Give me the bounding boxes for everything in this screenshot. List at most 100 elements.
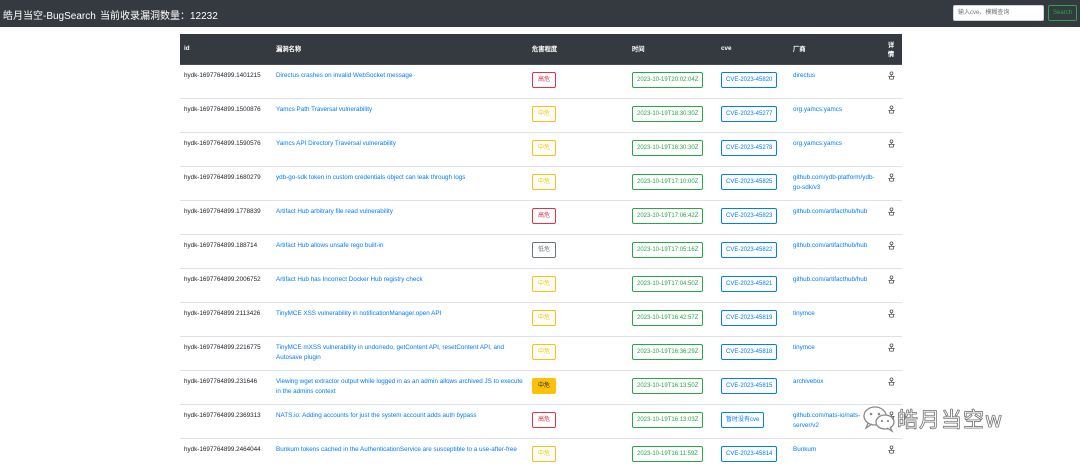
vendor-link[interactable]: github.com/ydb-platform/ydb-go-sdk/v3 [793, 174, 875, 191]
row-cve-cell: CVE-2023-45819 [717, 302, 789, 336]
cve-badge[interactable]: CVE-2023-45277 [721, 105, 778, 122]
row-cve-cell: CVE-2023-45821 [717, 268, 789, 302]
row-vendor-cell: Bunkum [789, 438, 880, 472]
table-row: hydk-1697764899.2113426 TinyMCE XSS vulne… [180, 302, 902, 336]
detail-icon[interactable] [887, 240, 896, 250]
vuln-name-link[interactable]: Artifact Hub arbitrary file read vulnera… [276, 208, 393, 215]
detail-icon[interactable] [887, 172, 896, 182]
row-severity-cell: 中危 [528, 132, 628, 166]
cve-badge[interactable]: CVE-2023-45818 [721, 343, 778, 360]
vuln-name-link[interactable]: TinyMCE mXSS vulnerability in undo/redo,… [276, 344, 504, 361]
vuln-name-link[interactable]: Yamcs API Directory Traversal vulnerabil… [276, 140, 396, 147]
vuln-name-link[interactable]: Bunkum tokens cached in the Authenticati… [276, 446, 517, 453]
vuln-name-link[interactable]: TinyMCE XSS vulnerability in notificatio… [276, 310, 441, 317]
detail-icon[interactable] [887, 206, 896, 216]
cve-badge[interactable]: CVE-2023-45820 [721, 71, 778, 88]
row-severity-cell: 中危 [528, 268, 628, 302]
row-detail-cell [880, 234, 902, 268]
detail-icon[interactable] [887, 376, 896, 386]
severity-badge: 中危 [532, 105, 557, 122]
row-detail-cell [880, 438, 902, 472]
cve-badge[interactable]: CVE-2023-45278 [721, 139, 778, 156]
header-detail-line2: 情 [887, 50, 895, 58]
table-row: hydk-1697764899.1590576 Yamcs API Directo… [180, 132, 902, 166]
row-cve-cell: CVE-2023-45814 [717, 438, 789, 472]
time-badge: 2023-10-19T17:05:16Z [632, 241, 704, 258]
detail-icon[interactable] [887, 342, 896, 352]
row-id: hydk-1697764899.1778839 [184, 207, 261, 215]
cve-badge[interactable]: 暂时没有cve [721, 411, 765, 428]
row-cve-cell: CVE-2023-45820 [717, 64, 789, 98]
row-time-cell: 2023-10-19T17:06:42Z [628, 200, 717, 234]
detail-icon[interactable] [887, 70, 896, 80]
vendor-link[interactable]: Bunkum [793, 446, 816, 453]
vuln-name-link[interactable]: Yamcs Path Traversal vulnerability [276, 106, 372, 113]
row-id: hydk-1697764899.188714 [184, 241, 258, 249]
site-brand[interactable]: 皓月当空-BugSearch [3, 7, 96, 22]
detail-icon[interactable] [887, 104, 896, 114]
row-severity-cell: 中危 [528, 302, 628, 336]
time-badge: 2023-10-19T16:42:57Z [632, 309, 704, 326]
row-severity-cell: 高危 [528, 404, 628, 438]
vendor-link[interactable]: github.com/artifacthub/hub [793, 276, 867, 283]
vuln-name-link[interactable]: ydb-go-sdk token in custom credentials o… [276, 174, 465, 181]
search-input[interactable] [953, 5, 1044, 21]
vuln-name-link[interactable]: Artifact Hub allows unsafe rego built-in [276, 242, 383, 249]
search-button[interactable]: Search [1048, 5, 1077, 21]
table-header-row: id 漏洞名称 危害程度 时间 cve 厂商 详情 [180, 34, 902, 65]
cve-badge[interactable]: CVE-2023-45825 [721, 173, 778, 190]
vendor-link[interactable]: github.com/artifacthub/hub [793, 208, 867, 215]
vuln-name-link[interactable]: NATS.io: Adding accounts for just the sy… [276, 412, 476, 419]
vendor-link[interactable]: github.com/artifacthub/hub [793, 242, 867, 249]
vuln-name-link[interactable]: Directus crashes on invalid WebSocket me… [276, 72, 412, 79]
row-time-cell: 2023-10-19T17:10:00Z [628, 166, 717, 200]
time-badge: 2023-10-19T17:10:00Z [632, 173, 704, 190]
row-id: hydk-1697764899.2464044 [184, 445, 261, 453]
detail-icon[interactable] [887, 138, 896, 148]
detail-icon[interactable] [887, 274, 896, 284]
vendor-link[interactable]: tinymce [793, 310, 815, 317]
row-vendor-cell: archivebox [789, 370, 880, 404]
detail-icon[interactable] [887, 444, 896, 454]
cve-badge[interactable]: CVE-2023-45823 [721, 207, 778, 224]
vendor-link[interactable]: github.com/nats-io/nats-server/v2 [793, 412, 860, 429]
header-detail-line1: 详 [887, 41, 895, 49]
vendor-link[interactable]: archivebox [793, 378, 823, 385]
row-time-cell: 2023-10-19T16:13:03Z [628, 404, 717, 438]
time-badge: 2023-10-19T20:02:04Z [632, 71, 704, 88]
header-name: 漏洞名称 [272, 34, 528, 65]
row-time-cell: 2023-10-19T18:30:30Z [628, 98, 717, 132]
header-id: id [180, 34, 272, 65]
wechat-logo-icon [863, 406, 895, 433]
vuln-name-link[interactable]: Artifact Hub has Incorrect Docker Hub re… [276, 276, 423, 283]
row-time-cell: 2023-10-19T17:05:16Z [628, 234, 717, 268]
vendor-link[interactable]: org.yamcs:yamcs [793, 140, 842, 147]
row-name-cell: Artifact Hub has Incorrect Docker Hub re… [272, 268, 528, 302]
row-name-cell: NATS.io: Adding accounts for just the sy… [272, 404, 528, 438]
row-detail-cell [880, 98, 902, 132]
row-detail-cell [880, 268, 902, 302]
vendor-link[interactable]: org.yamcs:yamcs [793, 106, 842, 113]
vuln-name-link[interactable]: Viewing wget extractor output while logg… [276, 378, 523, 395]
row-name-cell: Artifact Hub arbitrary file read vulnera… [272, 200, 528, 234]
cve-badge[interactable]: CVE-2023-45822 [721, 241, 778, 258]
vendor-link[interactable]: tinymce [793, 344, 815, 351]
time-badge: 2023-10-19T18:30:30Z [632, 139, 704, 156]
row-time-cell: 2023-10-19T16:42:57Z [628, 302, 717, 336]
cve-badge[interactable]: CVE-2023-45819 [721, 309, 778, 326]
cve-badge[interactable]: CVE-2023-45814 [721, 445, 778, 462]
row-id: hydk-1697764899.1590576 [184, 139, 261, 147]
row-detail-cell [880, 302, 902, 336]
row-time-cell: 2023-10-19T20:02:04Z [628, 64, 717, 98]
cve-badge[interactable]: CVE-2023-45815 [721, 377, 778, 394]
time-badge: 2023-10-19T16:13:50Z [632, 377, 704, 394]
table-row: hydk-1697764899.231646 Viewing wget extra… [180, 370, 902, 404]
cve-badge[interactable]: CVE-2023-45821 [721, 275, 778, 292]
table-row: hydk-1697764899.1778839 Artifact Hub arbi… [180, 200, 902, 234]
row-id: hydk-1697764899.2369313 [184, 411, 261, 419]
detail-icon[interactable] [887, 308, 896, 318]
vendor-link[interactable]: directus [793, 72, 815, 79]
time-badge: 2023-10-19T16:13:03Z [632, 411, 704, 428]
severity-badge: 高危 [532, 411, 557, 428]
row-cve-cell: CVE-2023-45277 [717, 98, 789, 132]
